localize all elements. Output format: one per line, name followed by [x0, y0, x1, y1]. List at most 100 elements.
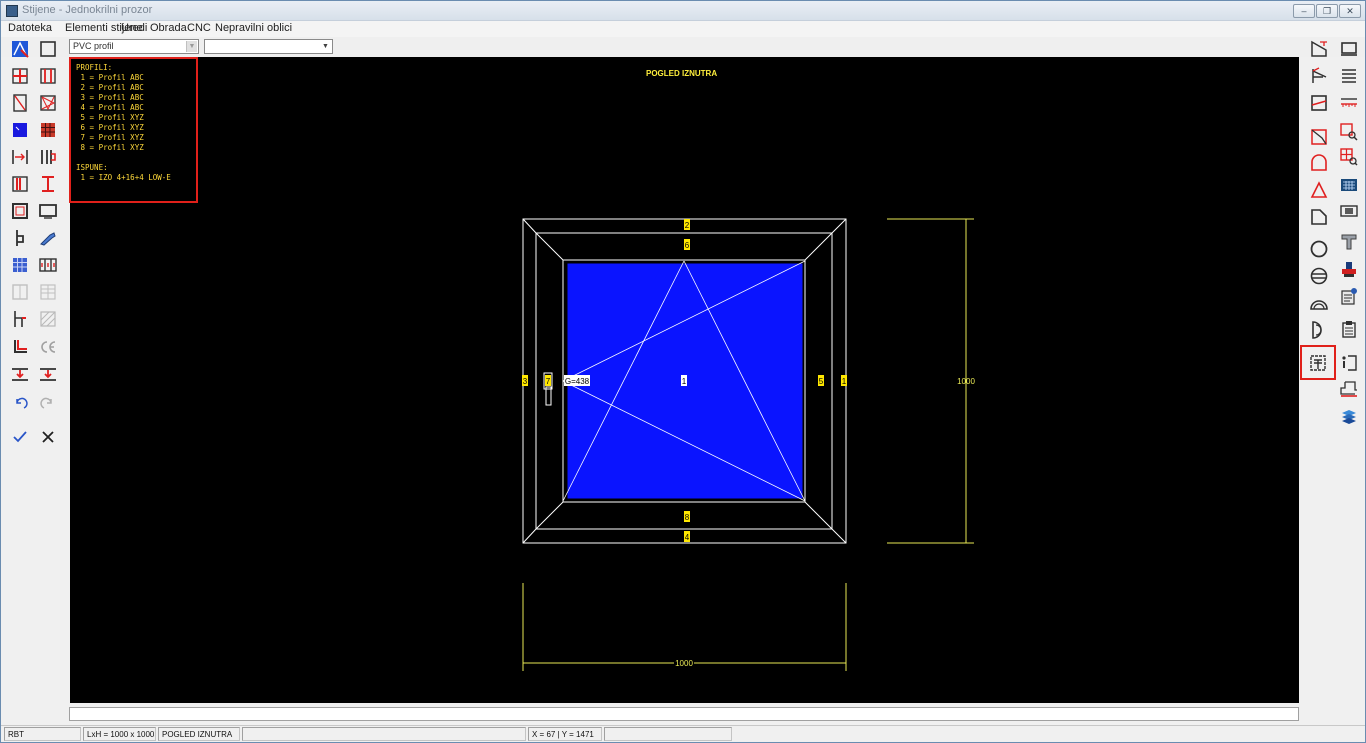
application-window: Stijene - Jednokrilni prozor – ❐ ✕ Datot…: [0, 0, 1366, 743]
profile-label: 1: [842, 377, 847, 386]
mullion-arrow-tool-icon[interactable]: [10, 147, 30, 167]
double-sash-tool-icon[interactable]: [38, 66, 58, 86]
arch-shape-icon[interactable]: [1309, 153, 1329, 173]
zoom-frame-icon[interactable]: [1339, 122, 1359, 142]
stacked-lines-icon[interactable]: [1339, 66, 1359, 86]
rake-shape-icon[interactable]: [1309, 66, 1329, 86]
frame-outline-tool-icon[interactable]: [10, 201, 30, 221]
window-view-icon[interactable]: [1339, 39, 1359, 59]
info-line: 7 = Profil XYZ: [76, 133, 144, 142]
blue-fill-tool-icon[interactable]: [10, 120, 30, 140]
menu-datoteka[interactable]: Datoteka: [8, 22, 52, 34]
width-dimension-text: 1000: [675, 659, 693, 668]
close-button[interactable]: ✕: [1339, 4, 1361, 18]
i-beam-tool-icon[interactable]: [38, 174, 58, 194]
corner-profile-tool-icon[interactable]: [10, 337, 30, 357]
window-title: Stijene - Jednokrilni prozor: [22, 4, 153, 16]
info-line: 6 = Profil XYZ: [76, 123, 144, 132]
confirm-check-icon[interactable]: [10, 427, 30, 447]
chevron-down-icon: ▼: [322, 43, 329, 50]
glass-label: 1: [682, 377, 687, 386]
diagonal-frame-tool-icon[interactable]: [10, 93, 30, 113]
grid-disabled-tool-icon[interactable]: [38, 282, 58, 302]
hinge-profile-tool-icon[interactable]: [38, 147, 58, 167]
profile-label: 5: [819, 377, 824, 386]
profile-label: 4: [685, 533, 690, 542]
slanted-frame-icon[interactable]: [1309, 93, 1329, 113]
frame-mitre-line: [831, 218, 847, 234]
hatch-disabled-tool-icon[interactable]: [38, 309, 58, 329]
minimize-button[interactable]: –: [1293, 4, 1315, 18]
tools-icon[interactable]: [1339, 259, 1359, 279]
divided-circle-icon[interactable]: [1309, 266, 1329, 286]
step-profile-tool-icon[interactable]: [10, 309, 30, 329]
menu-uredi[interactable]: Uredi: [121, 22, 147, 34]
ce-mark-icon[interactable]: [38, 337, 58, 357]
sill-profile-icon[interactable]: [1339, 379, 1359, 399]
command-input[interactable]: [69, 707, 1299, 721]
calculator-icon[interactable]: [1339, 175, 1359, 195]
settings-sheet-icon[interactable]: [1339, 286, 1359, 306]
menu-cnc[interactable]: CNC: [187, 22, 211, 34]
status-view: POGLED IZNUTRA: [158, 727, 240, 741]
redo-icon[interactable]: [38, 395, 58, 415]
sash-mitre-line: [535, 232, 564, 261]
transom-tool-icon[interactable]: [10, 174, 30, 194]
sash-mitre-line: [804, 232, 833, 261]
tilt-sash-tool-icon[interactable]: [38, 93, 58, 113]
panel-grid-tool-icon[interactable]: [38, 120, 58, 140]
title-bar: Stijene - Jednokrilni prozor – ❐ ✕: [1, 1, 1365, 21]
profile-select[interactable]: PVC profil ▼: [69, 39, 199, 54]
restore-button[interactable]: ❐: [1316, 4, 1338, 18]
move-down-alt-tool-icon[interactable]: [38, 364, 58, 384]
profile-label: 6: [685, 241, 690, 250]
trapezoid-shape-icon[interactable]: [1309, 39, 1329, 59]
info-profile-icon[interactable]: [1339, 353, 1359, 373]
triple-pane-tool-icon[interactable]: [38, 255, 58, 275]
menu-obrada[interactable]: Obrada: [150, 22, 187, 34]
cancel-x-icon[interactable]: [38, 427, 58, 447]
half-circle-shape-icon[interactable]: [1309, 293, 1329, 313]
menu-nepravilni-oblici[interactable]: Nepravilni oblici: [215, 22, 292, 34]
profile-info-icon[interactable]: [1308, 353, 1328, 373]
chevron-down-icon: ▼: [186, 41, 197, 52]
circle-shape-icon[interactable]: [1309, 239, 1329, 259]
view-title: POGLED IZNUTRA: [646, 69, 718, 78]
grid-panel-tool-icon[interactable]: [10, 255, 30, 275]
monitor-frame-tool-icon[interactable]: [38, 201, 58, 221]
profile-select-value: PVC profil: [73, 41, 114, 51]
sash-mitre-line: [804, 501, 833, 530]
status-bar: RBT LxH = 1000 x 1000 POGLED IZNUTRA X =…: [1, 725, 1365, 742]
window-drawing: 2 6 3 7 5 1 8 4 1 G=438 1000 1000: [522, 218, 975, 671]
info-line: 8 = Profil XYZ: [76, 143, 144, 152]
ruler-icon[interactable]: [1339, 93, 1359, 113]
glass-pane-icon[interactable]: [1339, 201, 1359, 221]
menu-bar: Datoteka Elementi stijene Uredi Obrada C…: [1, 21, 1365, 37]
panel-disabled-tool-icon[interactable]: [10, 282, 30, 302]
t-profile-icon[interactable]: [1339, 231, 1359, 251]
triangle-shape-icon[interactable]: [1309, 180, 1329, 200]
select-element-tool-icon[interactable]: [10, 39, 30, 59]
handle-tool-icon[interactable]: [38, 228, 58, 248]
layers-icon[interactable]: [1339, 407, 1359, 427]
undo-icon[interactable]: [10, 395, 30, 415]
drawing-canvas[interactable]: 2 6 3 7 5 1 8 4 1 G=438 1000 1000: [70, 57, 1299, 703]
secondary-select[interactable]: ▼: [204, 39, 333, 54]
frame-mitre-line: [831, 528, 847, 544]
rectangle-tool-icon[interactable]: [38, 39, 58, 59]
grid-frame-tool-icon[interactable]: [10, 66, 30, 86]
sash-mitre-line: [535, 501, 564, 530]
quarter-circle-shape-icon[interactable]: [1309, 320, 1329, 340]
profile-label: 2: [685, 221, 690, 230]
cut-corner-shape-icon[interactable]: [1309, 207, 1329, 227]
profile-label: 3: [523, 377, 528, 386]
status-mode: RBT: [4, 727, 81, 741]
status-coords: X = 67 | Y = 1471: [528, 727, 602, 741]
clipboard-icon[interactable]: [1339, 319, 1359, 339]
triangle-corner-icon[interactable]: [1309, 127, 1329, 147]
frame-mitre-line: [522, 528, 537, 544]
handle-label: G=438: [565, 377, 590, 386]
move-down-tool-icon[interactable]: [10, 364, 30, 384]
profile-section-tool-icon[interactable]: [10, 228, 30, 248]
zoom-grid-icon[interactable]: [1339, 147, 1359, 167]
